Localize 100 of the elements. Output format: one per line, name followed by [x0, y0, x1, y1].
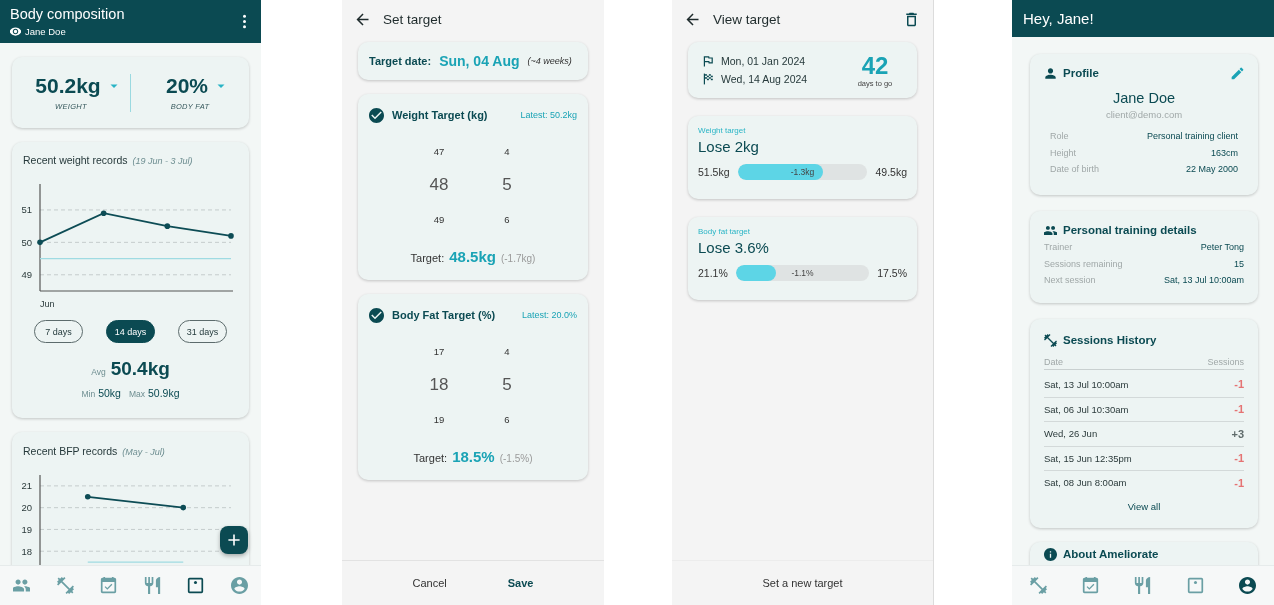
stat-label: Min	[81, 389, 96, 399]
flag-icon	[702, 55, 714, 67]
delete-icon[interactable]	[904, 11, 919, 27]
data-point	[100, 210, 107, 216]
card-title: Body Fat Target (%)	[392, 309, 497, 321]
people-icon[interactable]	[13, 577, 31, 594]
session-change: -1	[1234, 378, 1244, 391]
calendar-icon[interactable]	[100, 577, 118, 594]
session-change: -1	[1234, 476, 1244, 489]
dumbbell-icon[interactable]	[56, 577, 74, 594]
minimum-value: 50kg	[98, 387, 121, 399]
progress-change: -1.1%	[791, 268, 814, 278]
new-target-button[interactable]: Set a new target	[754, 573, 851, 593]
start-value: 51.5kg	[698, 166, 730, 178]
cutlery-icon[interactable]	[143, 577, 161, 594]
data-point	[84, 494, 91, 500]
target-label: Target:	[410, 252, 445, 264]
account-icon[interactable]	[1239, 577, 1257, 594]
picker-option[interactable]: 19	[429, 402, 449, 436]
target-value: 18.5%	[452, 448, 495, 465]
field-label: Role	[1050, 131, 1069, 142]
dumbbell-icon	[1044, 333, 1057, 347]
progress-change: -1.3kg	[790, 167, 815, 177]
target-date: Sun, 04 Aug	[439, 53, 520, 69]
save-button[interactable]: Save	[499, 573, 542, 593]
picker-option[interactable]: 47	[429, 134, 449, 168]
target-change: (-1.5%)	[499, 453, 533, 464]
session-change: +3	[1231, 427, 1244, 440]
latest-value: Latest: 20.0%	[521, 310, 577, 320]
screen-title: Body composition	[10, 6, 125, 22]
checkbox-icon[interactable]	[369, 107, 384, 123]
calendar-icon[interactable]	[1082, 577, 1100, 594]
target-change: (-1.7kg)	[500, 253, 536, 264]
picker-option[interactable]: 5	[498, 368, 516, 402]
info-icon	[1044, 547, 1057, 561]
latest-value: Latest: 50.2kg	[520, 110, 577, 120]
data-point	[37, 239, 43, 246]
duration-note: (~4 weeks)	[527, 56, 572, 66]
picker-option[interactable]: 4	[500, 334, 514, 368]
card-title: Recent BFP records	[23, 445, 118, 457]
session-date: Wed, 26 Jun	[1044, 428, 1098, 440]
field-label: Height	[1050, 147, 1076, 158]
user-name: Jane Doe	[25, 26, 66, 37]
stat-label: Max	[128, 389, 145, 399]
card-title: Weight Target (kg)	[392, 109, 489, 121]
target-goal: Lose 2kg	[698, 138, 760, 155]
start-date: Mon, 01 Jan 2024	[721, 55, 806, 67]
field-label: Trainer	[1044, 242, 1073, 253]
target-goal: Lose 3.6%	[698, 239, 770, 256]
data-point	[164, 223, 171, 229]
profile-name: Jane Doe	[1111, 90, 1177, 106]
picker-option[interactable]: 49	[429, 202, 449, 236]
person-icon	[1044, 66, 1057, 80]
checkbox-icon[interactable]	[369, 307, 384, 323]
axis-label: 19	[21, 523, 32, 535]
dumbbell-icon[interactable]	[1029, 577, 1047, 594]
picker-option[interactable]: 17	[429, 334, 449, 368]
session-date: Sat, 08 Jun 8:00am	[1044, 477, 1127, 489]
field-label: Sessions remaining	[1044, 258, 1123, 269]
greeting: Hey, Jane!	[1023, 10, 1094, 27]
axis-label: 49	[21, 269, 32, 281]
cancel-button[interactable]: Cancel	[404, 573, 455, 593]
checkered-flag-icon	[702, 73, 714, 85]
session-date: Sat, 13 Jul 10:00am	[1044, 378, 1129, 390]
maximum-value: 50.9kg	[148, 387, 180, 399]
end-value: 17.5%	[877, 267, 907, 279]
period-button[interactable]: 14 days	[106, 320, 155, 343]
session-date: Sat, 15 Jun 12:35pm	[1044, 452, 1132, 464]
date-range: (19 Jun - 3 Jul)	[132, 156, 193, 166]
profile-email: client@demo.com	[1104, 109, 1184, 120]
back-icon[interactable]	[355, 11, 370, 27]
card-title: About Ameliorate	[1063, 548, 1160, 560]
field-label: Next session	[1044, 275, 1096, 286]
card-title: Sessions History	[1063, 334, 1158, 346]
card-title: Recent weight records	[23, 154, 128, 166]
axis-label: 51	[21, 204, 32, 216]
picker-option[interactable]: 5	[498, 168, 516, 202]
eye-icon	[10, 26, 21, 37]
metric-value: 20%	[166, 74, 208, 98]
picker-option[interactable]: 4	[500, 134, 514, 168]
field-value: 22 May 2000	[1185, 164, 1238, 175]
data-point	[228, 233, 234, 239]
axis-label: 18	[21, 545, 32, 557]
session-date: Sat, 06 Jul 10:30am	[1044, 403, 1129, 415]
picker-option[interactable]: 6	[500, 202, 514, 236]
edit-icon[interactable]	[1231, 66, 1244, 80]
field-value: 163cm	[1211, 147, 1238, 158]
picker-option[interactable]: 48	[425, 168, 453, 202]
target-label: Weight target	[698, 126, 747, 135]
scale-icon[interactable]	[187, 577, 205, 594]
picker-option[interactable]: 6	[500, 402, 514, 436]
back-icon[interactable]	[685, 11, 700, 27]
add-button[interactable]	[220, 526, 248, 554]
cutlery-icon[interactable]	[1134, 577, 1152, 594]
picker-option[interactable]: 18	[425, 368, 453, 402]
column-header: Sessions	[1207, 356, 1244, 367]
axis-label: 50	[21, 236, 32, 248]
field-value: Personal training client	[1146, 131, 1238, 142]
view-all-link[interactable]: View all	[1121, 497, 1167, 515]
card-title: Profile	[1063, 67, 1100, 79]
